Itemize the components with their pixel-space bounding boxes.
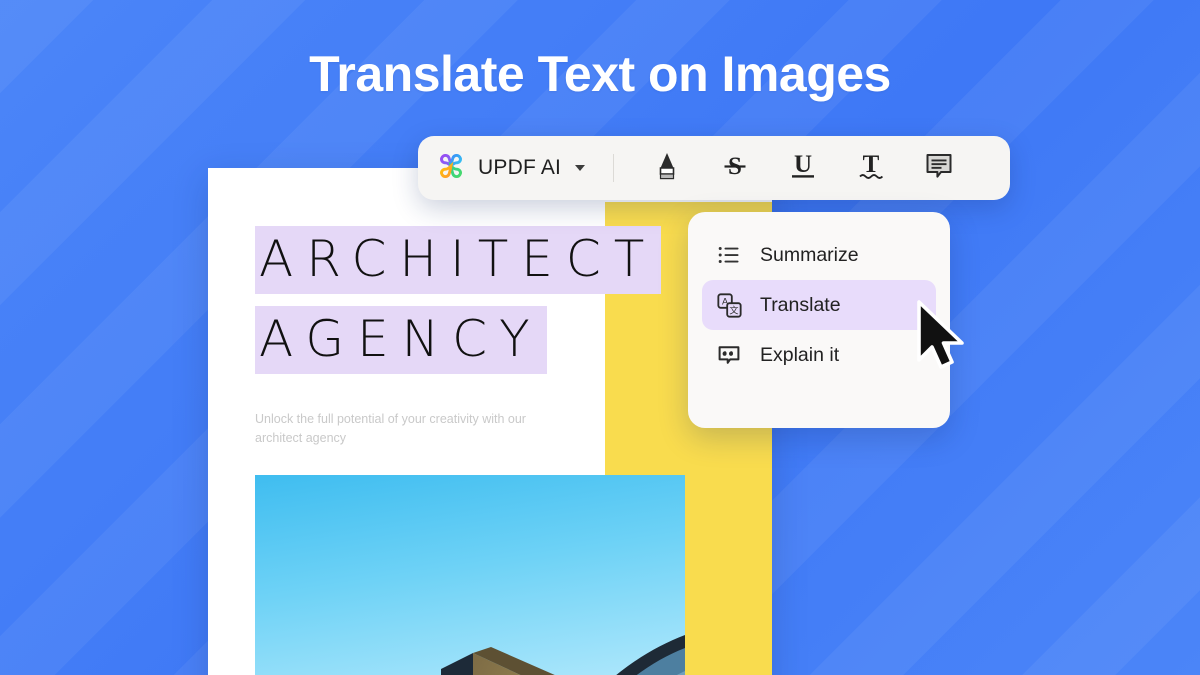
bulleted-list-icon bbox=[716, 242, 742, 268]
underline-tool-button[interactable]: U bbox=[772, 144, 834, 192]
updf-ai-brand-label: UPDF AI bbox=[478, 156, 562, 179]
comment-tool-button[interactable] bbox=[908, 144, 970, 192]
updf-ai-clover-logo-icon bbox=[436, 151, 466, 186]
building-roof-illustration bbox=[255, 475, 685, 675]
document-title-line-2[interactable]: AGENCY bbox=[255, 306, 547, 374]
ai-actions-menu: Summarize A 文 Translate Explain it bbox=[688, 212, 950, 428]
svg-text:T: T bbox=[863, 151, 880, 178]
strikethrough-icon: S bbox=[718, 149, 752, 188]
toolbar-divider bbox=[613, 154, 615, 182]
updf-ai-toolbar[interactable]: UPDF AI S U T bbox=[418, 136, 1010, 200]
menu-item-label: Translate bbox=[760, 293, 841, 316]
page-title: Translate Text on Images bbox=[309, 46, 891, 102]
squiggly-underline-tool-button[interactable]: T bbox=[840, 144, 902, 192]
updf-ai-brand-button[interactable]: UPDF AI bbox=[436, 151, 599, 186]
translate-icon: A 文 bbox=[716, 292, 742, 318]
document-subtitle: Unlock the full potential of your creati… bbox=[255, 412, 526, 445]
squiggly-underline-icon: T bbox=[854, 149, 888, 188]
strikethrough-tool-button[interactable]: S bbox=[704, 144, 766, 192]
highlighter-tool-button[interactable] bbox=[636, 144, 698, 192]
menu-item-label: Summarize bbox=[760, 243, 859, 266]
document-text-block: ARCHITECT AGENCY Unlock the full potenti… bbox=[255, 226, 725, 448]
underline-icon: U bbox=[786, 149, 820, 188]
quote-bubble-icon bbox=[716, 342, 742, 368]
menu-item-explain-it[interactable]: Explain it bbox=[702, 330, 936, 380]
mouse-pointer-arrow-icon bbox=[915, 300, 971, 372]
menu-item-summarize[interactable]: Summarize bbox=[702, 230, 936, 280]
document-title-line-1[interactable]: ARCHITECT bbox=[255, 226, 662, 294]
chevron-down-icon[interactable] bbox=[575, 165, 586, 171]
document-photo bbox=[255, 475, 685, 675]
menu-item-translate[interactable]: A 文 Translate bbox=[702, 280, 936, 330]
svg-text:文: 文 bbox=[729, 304, 738, 316]
menu-item-label: Explain it bbox=[760, 343, 840, 366]
toolbar-tools: S U T bbox=[636, 144, 970, 192]
highlighter-pen-icon bbox=[650, 149, 684, 188]
svg-text:U: U bbox=[794, 151, 812, 178]
comment-bubble-icon bbox=[922, 149, 956, 188]
